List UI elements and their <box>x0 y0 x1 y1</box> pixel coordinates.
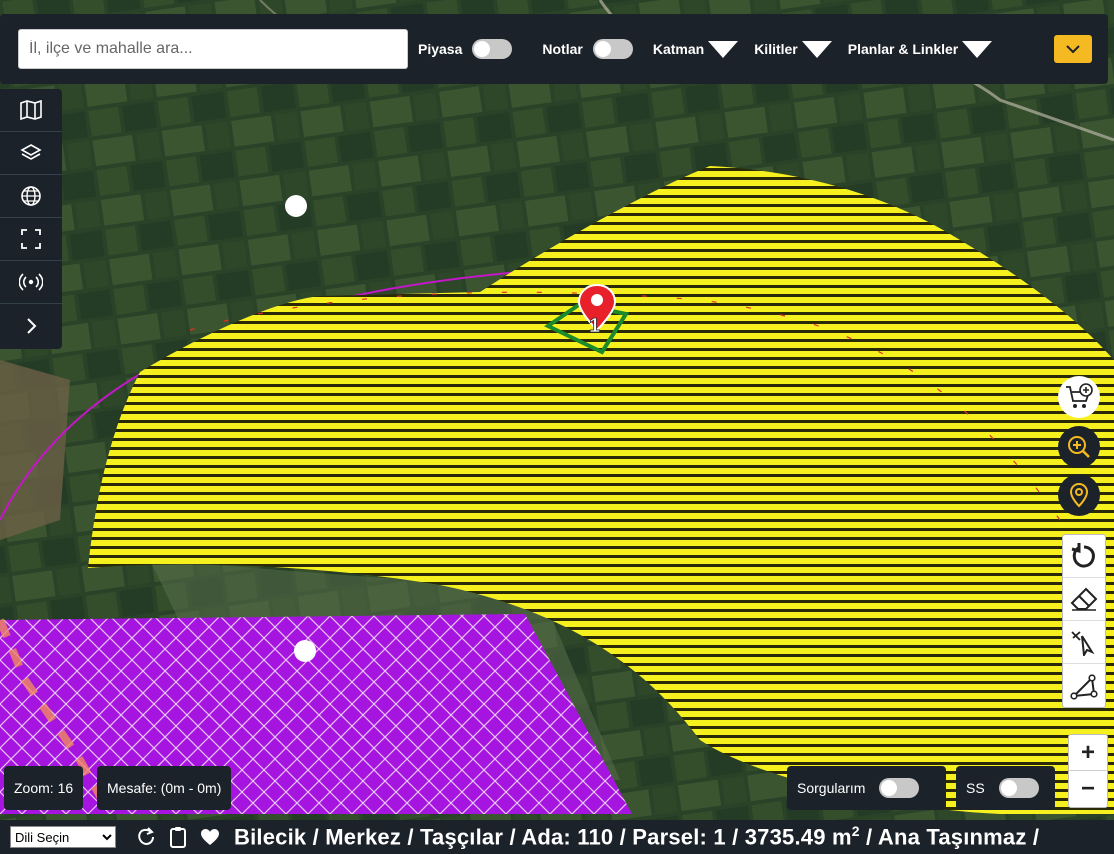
chevron-right-icon <box>27 317 37 334</box>
chevron-down-icon <box>1066 45 1080 54</box>
caret-down-icon <box>962 40 993 58</box>
sidebar-item-broadcast[interactable] <box>0 261 62 304</box>
queries-panel: Sorgularım <box>787 766 946 810</box>
eraser-tool[interactable] <box>1063 578 1105 621</box>
layers-icon <box>20 144 42 160</box>
marker-label: 1 <box>589 315 600 337</box>
language-select[interactable]: Dili Seçin <box>10 826 116 848</box>
refresh-button[interactable] <box>136 827 156 847</box>
measure-tool[interactable] <box>1063 664 1105 707</box>
globe-icon <box>21 186 41 206</box>
top-toolbar: Piyasa Notlar Katman Kilitler Planlar & … <box>0 14 1108 84</box>
pointer-select-icon <box>1071 631 1095 656</box>
katman-dropdown[interactable]: Katman <box>652 40 739 58</box>
map-icon <box>20 100 42 120</box>
caret-down-icon <box>708 40 739 58</box>
queries-toggle[interactable] <box>879 778 920 798</box>
map-layer[interactable]: 1 <box>0 0 1114 820</box>
clipboard-button[interactable] <box>168 826 188 848</box>
refresh-icon <box>138 827 154 846</box>
zoom-readout: Zoom: 16 <box>4 766 84 810</box>
expand-menu-button[interactable] <box>1054 35 1092 63</box>
fullscreen-icon <box>21 229 41 249</box>
eraser-icon <box>1070 587 1098 611</box>
sidebar-item-globe[interactable] <box>0 175 62 218</box>
parcel-text: Bilecik / Merkez / Taşçılar / Ada: 110 /… <box>234 824 852 850</box>
map-pin-icon <box>1069 482 1089 508</box>
planlar-dropdown[interactable]: Planlar & Linkler <box>847 40 993 58</box>
sidebar-item-layers[interactable] <box>0 132 62 175</box>
dropdown-label: Planlar & Linkler <box>847 41 959 57</box>
map-point <box>285 195 307 217</box>
favorite-button[interactable] <box>200 828 220 846</box>
notlar-toggle[interactable] <box>592 39 633 59</box>
reset-tool[interactable] <box>1063 535 1105 578</box>
ss-panel: SS <box>956 766 1055 810</box>
status-bar: Dili Seçin Bilecik / Merkez / Taşçılar /… <box>0 820 1114 854</box>
parcel-info: Bilecik / Merkez / Taşçılar / Ada: 110 /… <box>234 823 1039 850</box>
polyline-icon <box>1070 673 1098 700</box>
search-input[interactable] <box>18 29 408 69</box>
dropdown-label: Katman <box>652 41 705 57</box>
queries-label: Sorgularım <box>797 780 866 796</box>
sidebar-item-fullscreen[interactable] <box>0 218 62 261</box>
draw-tools <box>1062 534 1106 708</box>
clipboard-icon <box>170 827 186 848</box>
heart-icon <box>201 829 219 845</box>
left-sidebar <box>0 89 62 349</box>
zoom-in-button[interactable]: + <box>1069 735 1107 771</box>
kilitler-dropdown[interactable]: Kilitler <box>754 40 832 58</box>
add-to-cart-button[interactable] <box>1058 376 1100 418</box>
distance-text: Mesafe: (0m - 0m) <box>107 780 222 796</box>
zoom-in-search-icon <box>1068 436 1090 458</box>
ss-label: SS <box>966 780 985 796</box>
broadcast-icon <box>19 273 43 291</box>
rotate-icon <box>1071 543 1095 568</box>
parcel-suffix: / Ana Taşınmaz / <box>859 824 1040 850</box>
map-canvas[interactable]: 1 <box>0 0 1114 820</box>
cart-plus-icon <box>1066 383 1093 408</box>
zoom-out-button[interactable]: − <box>1069 771 1107 807</box>
caret-down-icon <box>801 40 832 58</box>
sidebar-item-map[interactable] <box>0 89 62 132</box>
zoom-level-text: Zoom: 16 <box>14 780 74 796</box>
distance-readout: Mesafe: (0m - 0m) <box>97 766 232 810</box>
zoom-to-parcel-button[interactable] <box>1058 426 1100 468</box>
map-point <box>294 640 316 662</box>
area-unit-exponent: 2 <box>851 823 860 840</box>
ss-toggle[interactable] <box>998 778 1039 798</box>
piyasa-toggle[interactable] <box>472 39 513 59</box>
dropdown-label: Kilitler <box>754 41 798 57</box>
toggle-label-piyasa: Piyasa <box>418 41 463 57</box>
locate-button[interactable] <box>1058 474 1100 516</box>
sidebar-item-expand[interactable] <box>0 304 62 347</box>
select-tool[interactable] <box>1063 621 1105 664</box>
toggle-label-notlar: Notlar <box>542 41 583 57</box>
zoom-control: + − <box>1068 734 1108 808</box>
